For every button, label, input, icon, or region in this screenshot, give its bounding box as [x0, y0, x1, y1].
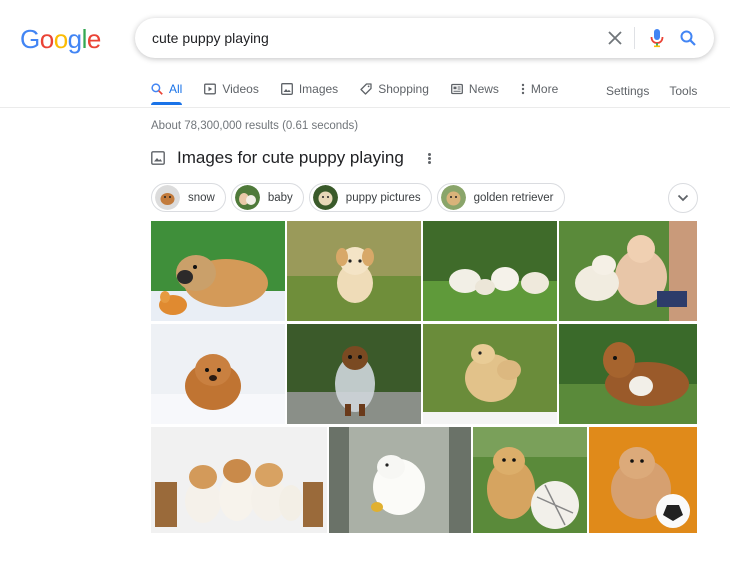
header-divider [0, 107, 730, 108]
close-icon[interactable] [603, 26, 627, 50]
search-box-divider [634, 27, 635, 49]
tab-all[interactable]: All [151, 80, 183, 105]
image-result[interactable] [287, 221, 421, 321]
logo-letter: G [20, 24, 40, 54]
image-result[interactable] [559, 221, 697, 321]
mic-icon[interactable] [645, 26, 669, 50]
tab-news[interactable]: News [450, 80, 499, 98]
more-options-icon[interactable] [427, 152, 431, 164]
image-result[interactable] [151, 324, 285, 424]
tab-videos[interactable]: Videos [204, 80, 259, 98]
image-icon [280, 83, 293, 95]
tab-label: Videos [222, 82, 259, 96]
tab-label: Shopping [378, 82, 429, 96]
image-result[interactable] [559, 324, 697, 424]
chip-thumbnail [440, 185, 466, 210]
chip-label: puppy pictures [345, 191, 421, 204]
related-search-chips: snow baby puppy pictures golden retrieve… [151, 183, 570, 212]
image-result[interactable] [423, 324, 557, 424]
result-stats: About 78,300,000 results (0.61 seconds) [151, 120, 359, 132]
video-icon [204, 83, 217, 95]
search-input[interactable] [152, 29, 572, 47]
chip-puppy-pictures[interactable]: puppy pictures [308, 183, 432, 212]
search-icon[interactable] [676, 26, 700, 50]
tab-shopping[interactable]: Shopping [360, 80, 429, 98]
tab-label: More [530, 82, 559, 96]
chip-golden-retriever[interactable]: golden retriever [436, 183, 565, 212]
image-result[interactable] [329, 427, 471, 533]
search-icon [151, 83, 163, 95]
tools-link[interactable]: Tools [669, 82, 697, 100]
active-tab-indicator [151, 102, 183, 105]
image-result[interactable] [151, 427, 327, 533]
tab-label: News [468, 82, 499, 96]
chip-thumbnail [312, 185, 338, 210]
google-logo[interactable]: Google [20, 24, 101, 55]
chip-snow[interactable]: snow [151, 183, 226, 212]
chip-label: snow [188, 191, 215, 204]
chips-expand-button[interactable] [668, 183, 698, 213]
chevron-down-icon [677, 194, 689, 202]
logo-letter: e [86, 24, 101, 54]
chip-label: golden retriever [473, 191, 554, 204]
image-result[interactable] [589, 427, 697, 533]
search-tabs: All Videos Images Shopping News More [151, 80, 580, 108]
image-result[interactable] [473, 427, 587, 533]
image-result[interactable] [423, 221, 557, 321]
chip-baby[interactable]: baby [230, 183, 304, 212]
tab-more[interactable]: More [521, 80, 558, 98]
image-result[interactable] [151, 221, 285, 321]
chip-thumbnail [234, 185, 260, 210]
search-box [135, 18, 714, 58]
settings-link[interactable]: Settings [606, 82, 649, 100]
logo-letter: g [67, 24, 82, 54]
image-icon [151, 151, 165, 165]
tab-label: Images [298, 82, 339, 96]
tab-label: All [169, 82, 183, 96]
tools-bar: Settings Tools [606, 82, 697, 100]
images-section-header: Images for cute puppy playing [151, 148, 431, 168]
newspaper-icon [450, 83, 463, 95]
images-section-title: Images for cute puppy playing [177, 148, 404, 167]
logo-letter: o [53, 24, 68, 54]
logo-letter: o [39, 24, 54, 54]
more-vert-icon [521, 83, 525, 95]
chip-label: baby [267, 191, 293, 204]
tag-icon [360, 83, 372, 95]
chip-thumbnail [155, 185, 180, 210]
image-result[interactable] [287, 324, 421, 424]
tab-images[interactable]: Images [280, 80, 339, 98]
